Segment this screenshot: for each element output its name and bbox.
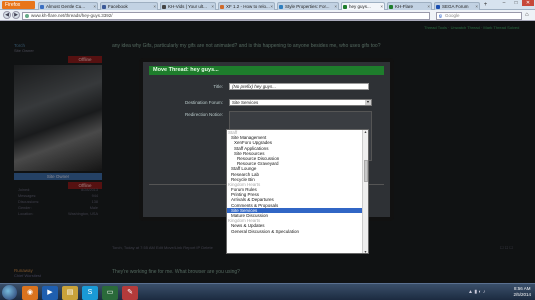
scroll-up-icon[interactable]: ▲ bbox=[363, 130, 368, 135]
dropdown-items: Staff Site Management XenForo Upgrades Staf… bbox=[227, 130, 368, 234]
dropdown-scrollbar[interactable]: ▲ ▼ bbox=[362, 130, 368, 253]
tab-5[interactable]: hey guys... × bbox=[341, 2, 385, 10]
chevron-down-icon[interactable]: ▼ bbox=[365, 100, 371, 105]
search-input[interactable]: g Google bbox=[436, 11, 522, 20]
tab-1[interactable]: Facebook × bbox=[100, 2, 158, 10]
url-bar[interactable]: www.kh-flare.net/threads/hey-guys.3392/ bbox=[22, 11, 430, 20]
tab-label: KH-Flare bbox=[395, 4, 414, 9]
minimize-button[interactable]: – bbox=[498, 0, 510, 6]
tab-label: SEGA Forum bbox=[442, 4, 469, 9]
close-tab-icon[interactable]: × bbox=[334, 3, 337, 10]
navigation-bar: ◀ ▶ www.kh-flare.net/threads/hey-guys.33… bbox=[0, 10, 535, 21]
tab-favicon-icon bbox=[40, 4, 44, 9]
tab-0[interactable]: Almost Gentle Cu... × bbox=[38, 2, 98, 10]
dropdown-item[interactable]: General Discussion & Speculation bbox=[227, 229, 368, 234]
google-icon: g bbox=[439, 12, 442, 18]
thread-title-field[interactable]: (No prefix) hey guys... bbox=[229, 83, 369, 90]
search-placeholder: Google bbox=[445, 12, 460, 18]
tab-favicon-icon bbox=[162, 4, 166, 9]
tab-label: KH-Vids | Your ult... bbox=[168, 4, 207, 9]
close-tab-icon[interactable]: × bbox=[153, 3, 156, 10]
forum-page: Thread Tools · Unwatch Thread · Mark Thr… bbox=[0, 21, 535, 283]
tab-favicon-icon bbox=[279, 4, 283, 9]
destination-value: Site Services bbox=[232, 100, 259, 105]
back-icon[interactable]: ◀ bbox=[3, 11, 11, 19]
tab-label: Facebook bbox=[108, 4, 128, 9]
tab-label: hey guys... bbox=[349, 4, 371, 9]
destination-dropdown-list[interactable]: Staff Site Management XenForo Upgrades Staf… bbox=[226, 129, 369, 254]
tab-4[interactable]: Style Properties: For... × bbox=[277, 2, 339, 10]
tab-7[interactable]: SEGA Forum × bbox=[434, 2, 480, 10]
site-identity-icon[interactable] bbox=[25, 13, 29, 18]
tab-favicon-icon bbox=[436, 4, 440, 9]
firefox-icon[interactable]: ◉ bbox=[22, 285, 38, 300]
home-icon[interactable]: ⌂ bbox=[525, 12, 533, 19]
tray-icons[interactable]: ▲ ▮ ◐ ♪ bbox=[468, 289, 485, 295]
skype-icon[interactable]: S bbox=[82, 285, 98, 300]
close-tab-icon[interactable]: × bbox=[270, 3, 273, 10]
scrollbar-thumb[interactable] bbox=[364, 160, 368, 182]
tab-favicon-icon bbox=[102, 4, 106, 9]
clock-date: 2/5/2014 bbox=[513, 292, 531, 297]
start-button[interactable] bbox=[2, 285, 17, 300]
forward-icon[interactable]: ▶ bbox=[12, 11, 20, 19]
windows-taskbar: ◉ ▶ ▤ S ▭ ✎ ▲ ▮ ◐ ♪ 8:56 AM 2/5/2014 bbox=[0, 283, 535, 300]
close-window-button[interactable]: ✕ bbox=[522, 0, 534, 6]
tab-2[interactable]: KH-Vids | Your ult... × bbox=[160, 2, 216, 10]
dialog-title: Move Thread: hey guys... bbox=[149, 66, 384, 75]
destination-select[interactable]: Site Services ▼ bbox=[229, 99, 372, 106]
new-tab-button[interactable]: + bbox=[482, 2, 489, 9]
paint-icon[interactable]: ✎ bbox=[122, 285, 138, 300]
maximize-button[interactable]: □ bbox=[510, 0, 522, 6]
tab-label: Style Properties: For... bbox=[285, 4, 330, 9]
url-text: www.kh-flare.net/threads/hey-guys.3392/ bbox=[31, 12, 113, 18]
close-tab-icon[interactable]: × bbox=[380, 3, 383, 10]
destination-label: Destination Forum: bbox=[184, 100, 223, 105]
redirect-label: Redirection Notice: bbox=[184, 112, 223, 117]
tab-favicon-icon bbox=[220, 4, 224, 9]
tab-favicon-icon bbox=[389, 4, 393, 9]
tab-6[interactable]: KH-Flare × bbox=[387, 2, 432, 10]
close-tab-icon[interactable]: × bbox=[93, 3, 96, 10]
clock[interactable]: 8:56 AM 2/5/2014 bbox=[513, 286, 531, 298]
folder-icon[interactable]: ▤ bbox=[62, 285, 78, 300]
tab-3[interactable]: XF 1.2 - How to relo... × bbox=[218, 2, 275, 10]
tab-favicon-icon bbox=[343, 4, 347, 9]
tab-label: XF 1.2 - How to relo... bbox=[226, 4, 270, 9]
title-label: Title: bbox=[213, 84, 223, 89]
close-tab-icon[interactable]: × bbox=[211, 3, 214, 10]
tab-label: Almost Gentle Cu... bbox=[46, 4, 86, 9]
close-tab-icon[interactable]: × bbox=[427, 3, 430, 10]
browser-tab-bar: Firefox Almost Gentle Cu... × Facebook × KH-… bbox=[0, 0, 535, 10]
firefox-menu-button[interactable]: Firefox bbox=[2, 1, 35, 9]
close-tab-icon[interactable]: × bbox=[475, 3, 478, 10]
media-player-icon[interactable]: ▶ bbox=[42, 285, 58, 300]
tablet-icon[interactable]: ▭ bbox=[102, 285, 118, 300]
scroll-down-icon[interactable]: ▼ bbox=[363, 250, 368, 253]
